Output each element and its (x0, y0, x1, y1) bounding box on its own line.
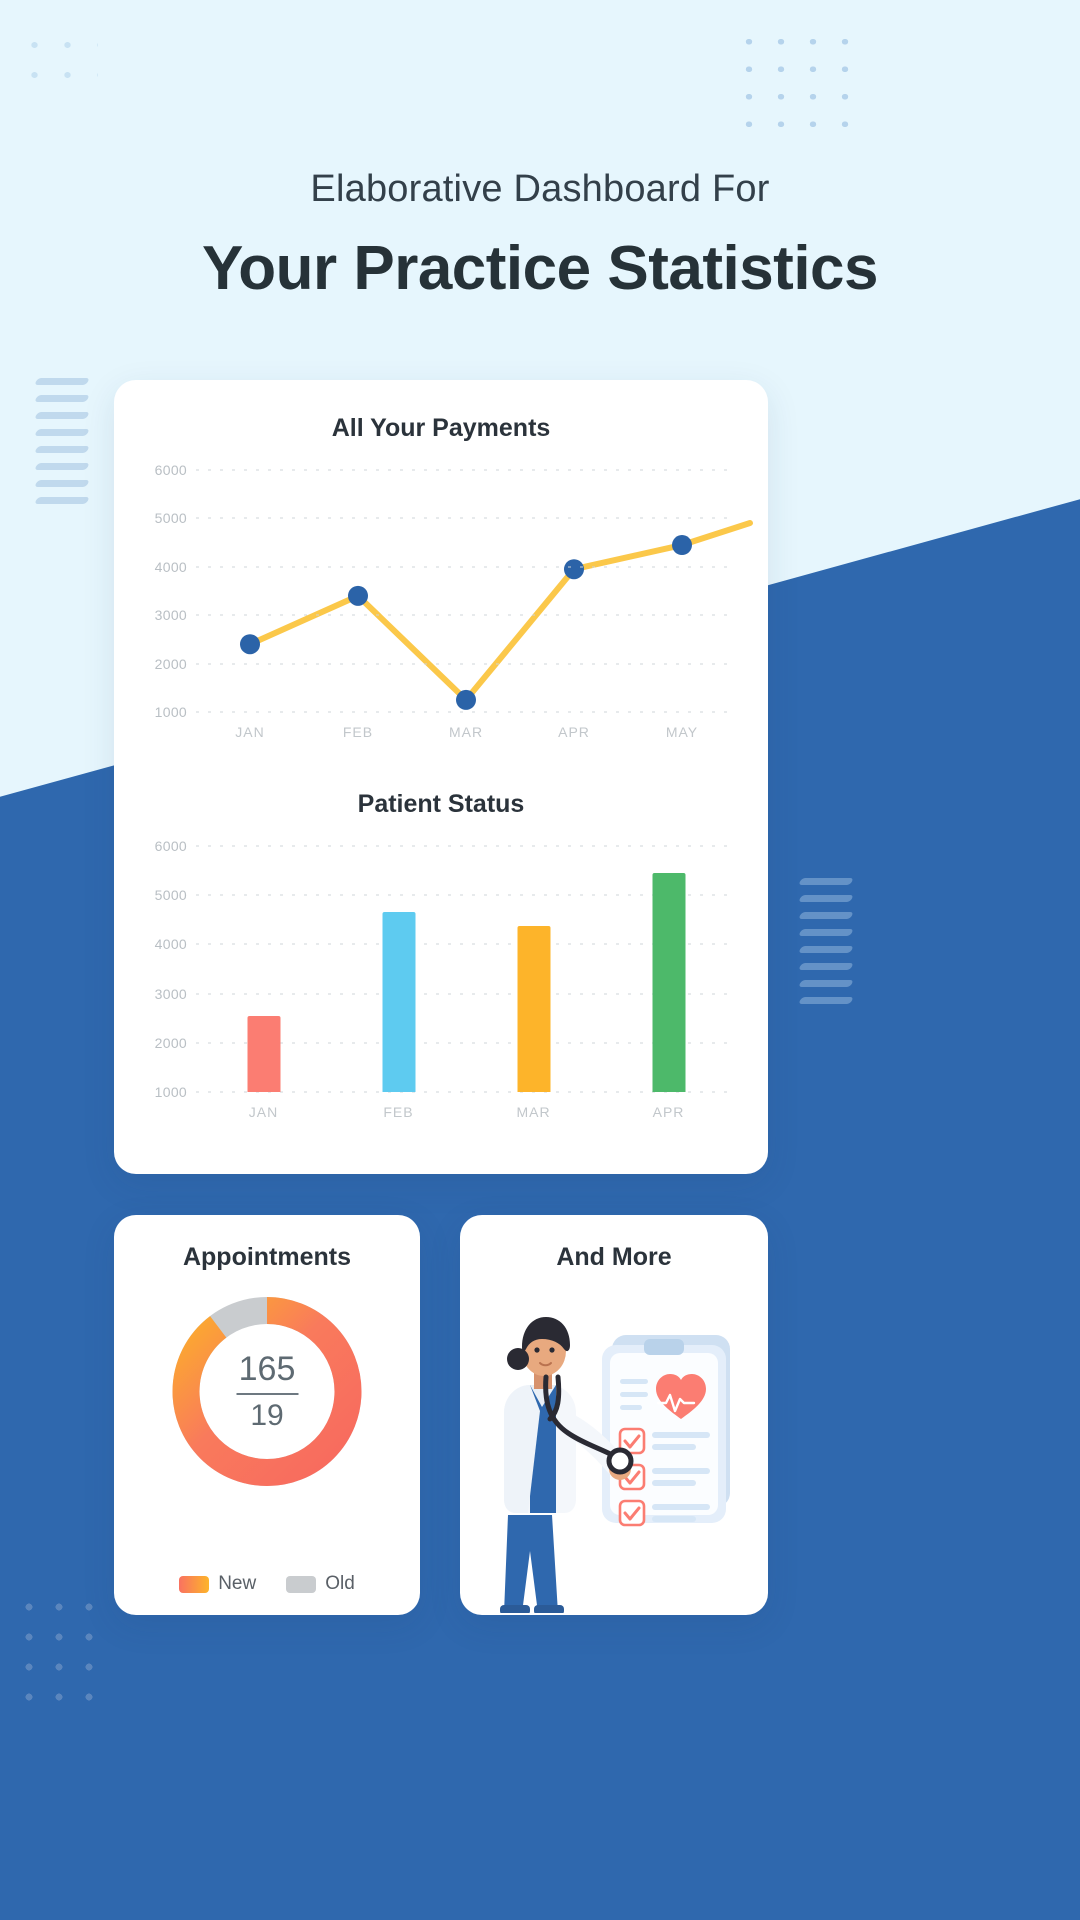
patient-status-bar-chart: 1000 2000 3000 4000 5000 6000 JAN FEB MAR APR (155, 838, 736, 1120)
data-point-marker (348, 585, 368, 606)
x-axis-tick-label: MAR (448, 724, 484, 740)
y-axis-tick-label: 5000 (154, 510, 187, 527)
gridline (196, 711, 736, 713)
appointments-donut-chart: 165 19 (165, 1289, 370, 1494)
legend-label-old: Old (325, 1573, 355, 1594)
gridline (196, 566, 736, 568)
x-axis-tick-label: FEB (383, 1104, 414, 1120)
bar (517, 926, 550, 1092)
payments-chart-title: All Your Payments (331, 414, 551, 442)
appointments-title: Appointments (182, 1243, 352, 1271)
patient-status-chart-title: Patient Status (357, 790, 525, 818)
data-point-marker (456, 689, 476, 710)
data-point-marker (564, 559, 584, 580)
x-axis-tick-label: MAR (516, 1104, 551, 1120)
doctor-illustration (460, 1293, 768, 1615)
gridline (196, 614, 736, 616)
y-axis-tick-label: 4000 (154, 936, 187, 953)
appointments-old-count: 19 (250, 1398, 284, 1432)
x-axis-tick-label: APR (652, 1104, 685, 1120)
stripe-pattern-left (34, 378, 90, 504)
appointments-legend: New Old (114, 1573, 420, 1595)
gridline (196, 845, 736, 847)
donut-center-values: 165 19 (165, 1289, 370, 1494)
appointments-card: Appointments 165 19 New Old (114, 1215, 420, 1615)
gridline (196, 469, 736, 471)
y-axis-tick-label: 2000 (154, 1034, 187, 1051)
dot-pattern-top-left (18, 30, 98, 88)
bar (247, 1015, 280, 1092)
payments-line-path (247, 542, 685, 703)
stripe-pattern-right (798, 878, 854, 1004)
y-axis-tick-label: 1000 (154, 704, 187, 720)
x-axis-tick-label: FEB (342, 724, 374, 740)
gridline (196, 663, 736, 665)
and-more-card: And More (460, 1215, 768, 1615)
y-axis-tick-label: 1000 (154, 1084, 187, 1100)
bar (652, 873, 685, 1092)
legend-label-new: New (218, 1573, 257, 1594)
data-point-marker (672, 535, 692, 556)
x-axis-tick-label: MAY (665, 724, 699, 740)
donut-divider (236, 1392, 298, 1395)
dot-pattern-bottom-left (14, 1592, 104, 1717)
page-subtitle: Elaborative Dashboard For (310, 168, 770, 210)
doctor-illustration-svg (500, 1317, 730, 1615)
payments-line-svg (240, 520, 753, 710)
y-axis-tick-label: 6000 (154, 838, 187, 854)
page-header: Elaborative Dashboard For Your Practice … (0, 168, 1080, 304)
appointments-new-count: 165 (238, 1349, 296, 1388)
legend-swatch-new (179, 1575, 210, 1593)
data-point-marker (240, 634, 260, 655)
bar (382, 912, 415, 1092)
y-axis-tick-label: 3000 (154, 985, 187, 1002)
y-axis-tick-label: 5000 (154, 887, 187, 904)
and-more-title: And More (556, 1243, 672, 1271)
page-title: Your Practice Statistics (201, 234, 879, 303)
legend-item-new: New (179, 1573, 256, 1595)
x-axis-tick-label: JAN (248, 1104, 279, 1120)
y-axis-tick-label: 6000 (154, 462, 187, 478)
y-axis-tick-label: 4000 (154, 558, 187, 575)
legend-swatch-old (286, 1575, 317, 1593)
x-axis-tick-label: APR (558, 724, 590, 740)
x-axis-tick-label: JAN (235, 724, 265, 740)
dot-pattern-top-right (733, 28, 873, 148)
y-axis-tick-label: 2000 (154, 655, 187, 672)
y-axis-tick-label: 3000 (154, 607, 187, 624)
gridline (196, 517, 736, 519)
legend-item-old: Old (286, 1573, 355, 1595)
payments-line-chart: 1000 2000 3000 4000 5000 6000 JAN FEB MAR APR MAY (155, 462, 753, 740)
